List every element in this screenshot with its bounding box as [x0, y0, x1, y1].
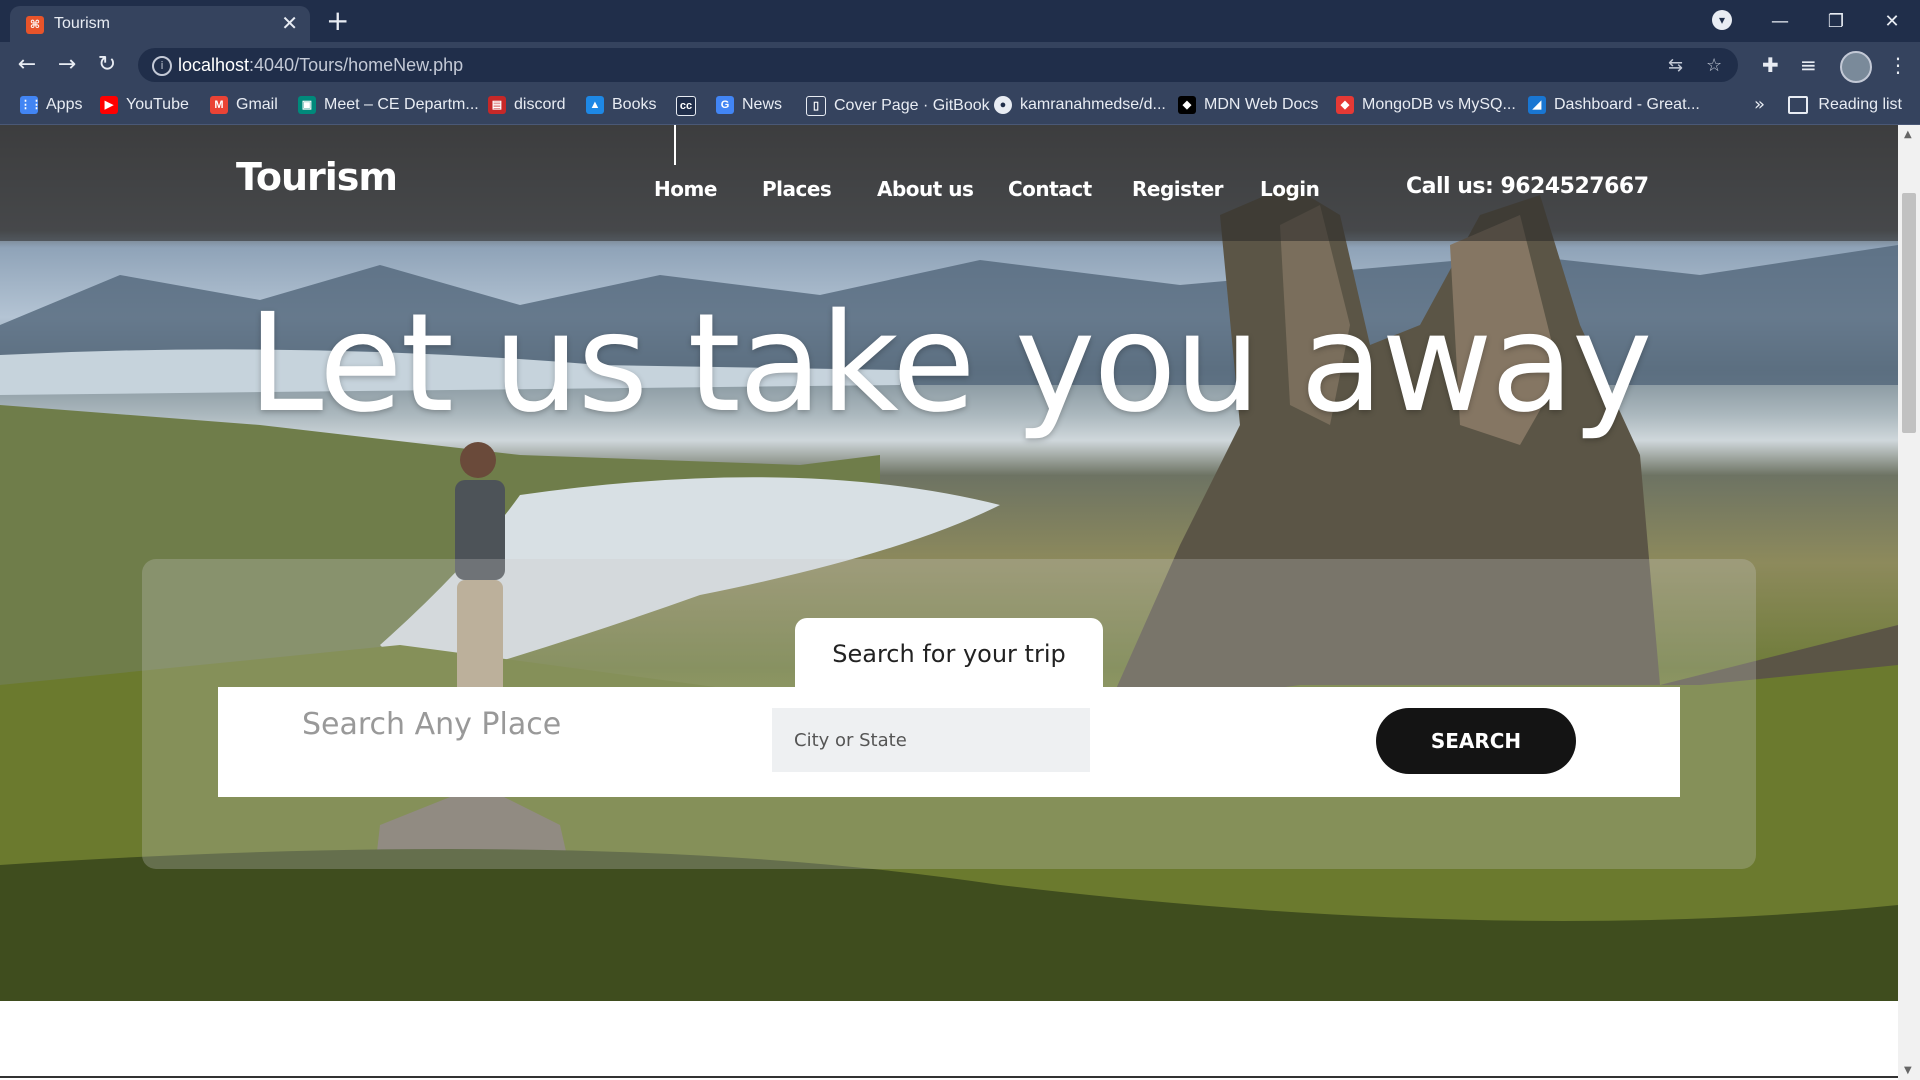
search-button[interactable]: SEARCH [1376, 708, 1576, 774]
search-heading: Search Any Place [302, 707, 562, 742]
extensions-icon[interactable]: ✚ [1762, 53, 1779, 77]
url-text[interactable]: localhost:4040/Tours/homeNew.php [178, 55, 463, 76]
nav-register[interactable]: Register [1132, 177, 1224, 201]
dashboard-icon: ◢ [1528, 96, 1546, 114]
bookmark-cc[interactable]: cc [676, 96, 704, 116]
calendar-icon: ▤ [488, 96, 506, 114]
bookmark-github[interactable]: ● kamranahmedse/d... [994, 96, 1166, 114]
window-controls: — ❐ ✕ [1752, 0, 1920, 42]
bookmark-mongodb[interactable]: ◆ MongoDB vs MySQ... [1336, 96, 1516, 114]
media-control-icon[interactable]: ≡ [1800, 53, 1817, 77]
scrollbar-thumb[interactable] [1902, 193, 1916, 433]
menu-kebab-icon[interactable]: ⋮ [1888, 53, 1908, 77]
nav-contact[interactable]: Contact [1008, 177, 1092, 201]
address-bar[interactable]: i localhost:4040/Tours/homeNew.php ⇆ ☆ [138, 48, 1738, 82]
site-header: Tourism Home Places About us Contact Reg… [0, 125, 1898, 241]
reload-icon[interactable]: ↻ [92, 50, 122, 80]
tab-close-icon[interactable]: ✕ [281, 13, 298, 33]
minimize-icon[interactable]: — [1752, 11, 1808, 32]
scroll-down-icon[interactable]: ▼ [1904, 1065, 1912, 1076]
forward-icon[interactable]: → [52, 50, 82, 80]
nav-about-us[interactable]: About us [877, 177, 974, 201]
nav-home[interactable]: Home [654, 177, 717, 201]
drive-icon: ▲ [586, 96, 604, 114]
browser-tab[interactable]: ⌘ Tourism ✕ [10, 6, 310, 42]
bookmarks-bar: ⋮⋮ Apps ▶ YouTube M Gmail ▣ Meet – CE Depart… [0, 88, 1920, 125]
diamond-icon: ◆ [1336, 96, 1354, 114]
city-state-input[interactable] [772, 708, 1090, 772]
bookmark-news[interactable]: G News [716, 96, 782, 114]
close-window-icon[interactable]: ✕ [1864, 11, 1920, 32]
browser-tabstrip: ⌘ Tourism ✕ + ▾ — ❐ ✕ [0, 0, 1920, 42]
bookmarks-overflow-icon[interactable]: » [1754, 94, 1765, 115]
bookmark-mdn[interactable]: ◆ MDN Web Docs [1178, 96, 1318, 114]
bookmark-meet[interactable]: ▣ Meet – CE Departm... [298, 96, 479, 114]
news-icon: G [716, 96, 734, 114]
bookmark-gmail[interactable]: M Gmail [210, 96, 278, 114]
call-us-phone: Call us: 9624527667 [1406, 174, 1649, 199]
restore-icon[interactable]: ❐ [1808, 11, 1864, 32]
nav-login[interactable]: Login [1260, 177, 1320, 201]
text-cursor [674, 125, 676, 165]
scroll-up-icon[interactable]: ▲ [1904, 129, 1912, 140]
new-tab-icon[interactable]: + [326, 6, 349, 36]
browser-toolbar: ← → ↻ i localhost:4040/Tours/homeNew.php… [0, 42, 1920, 88]
site-logo[interactable]: Tourism [236, 155, 398, 199]
cc-icon: cc [676, 96, 696, 116]
reading-list-button[interactable]: Reading list [1788, 96, 1902, 114]
bookmark-dashboard[interactable]: ◢ Dashboard - Great... [1528, 96, 1700, 114]
tab-favicon-icon: ⌘ [26, 16, 44, 34]
site-info-icon[interactable]: i [152, 56, 172, 76]
hero-headline: Let us take you away [247, 285, 1653, 443]
apps-grid-icon: ⋮⋮ [20, 96, 42, 114]
github-icon: ● [994, 96, 1012, 114]
gmail-icon: M [210, 96, 228, 114]
bookmark-youtube[interactable]: ▶ YouTube [100, 96, 189, 114]
search-tab-label: Search for your trip [795, 618, 1103, 692]
tab-title: Tourism [54, 15, 111, 32]
hero-section: Tourism Home Places About us Contact Reg… [0, 125, 1898, 1001]
bookmark-discord[interactable]: ▤ discord [488, 96, 566, 114]
page-viewport: Tourism Home Places About us Contact Reg… [0, 125, 1898, 1080]
mdn-icon: ◆ [1178, 96, 1196, 114]
bookmark-books[interactable]: ▲ Books [586, 96, 656, 114]
bookmark-star-icon[interactable]: ☆ [1706, 55, 1722, 76]
page-scrollbar[interactable]: ▲ ▼ [1898, 125, 1920, 1080]
translate-icon[interactable]: ⇆ [1668, 55, 1683, 76]
nav-places[interactable]: Places [762, 177, 832, 201]
bookmark-apps[interactable]: ⋮⋮ Apps [20, 96, 82, 114]
back-icon[interactable]: ← [12, 50, 42, 80]
profile-avatar[interactable] [1840, 51, 1872, 83]
bookmark-gitbook[interactable]: ▯ Cover Page · GitBook [806, 96, 990, 116]
youtube-icon: ▶ [100, 96, 118, 114]
page-divider [0, 1076, 1898, 1078]
reading-list-icon [1788, 96, 1809, 114]
book-icon: ▯ [806, 96, 826, 116]
tab-search-icon[interactable]: ▾ [1712, 10, 1732, 30]
meet-icon: ▣ [298, 96, 316, 114]
